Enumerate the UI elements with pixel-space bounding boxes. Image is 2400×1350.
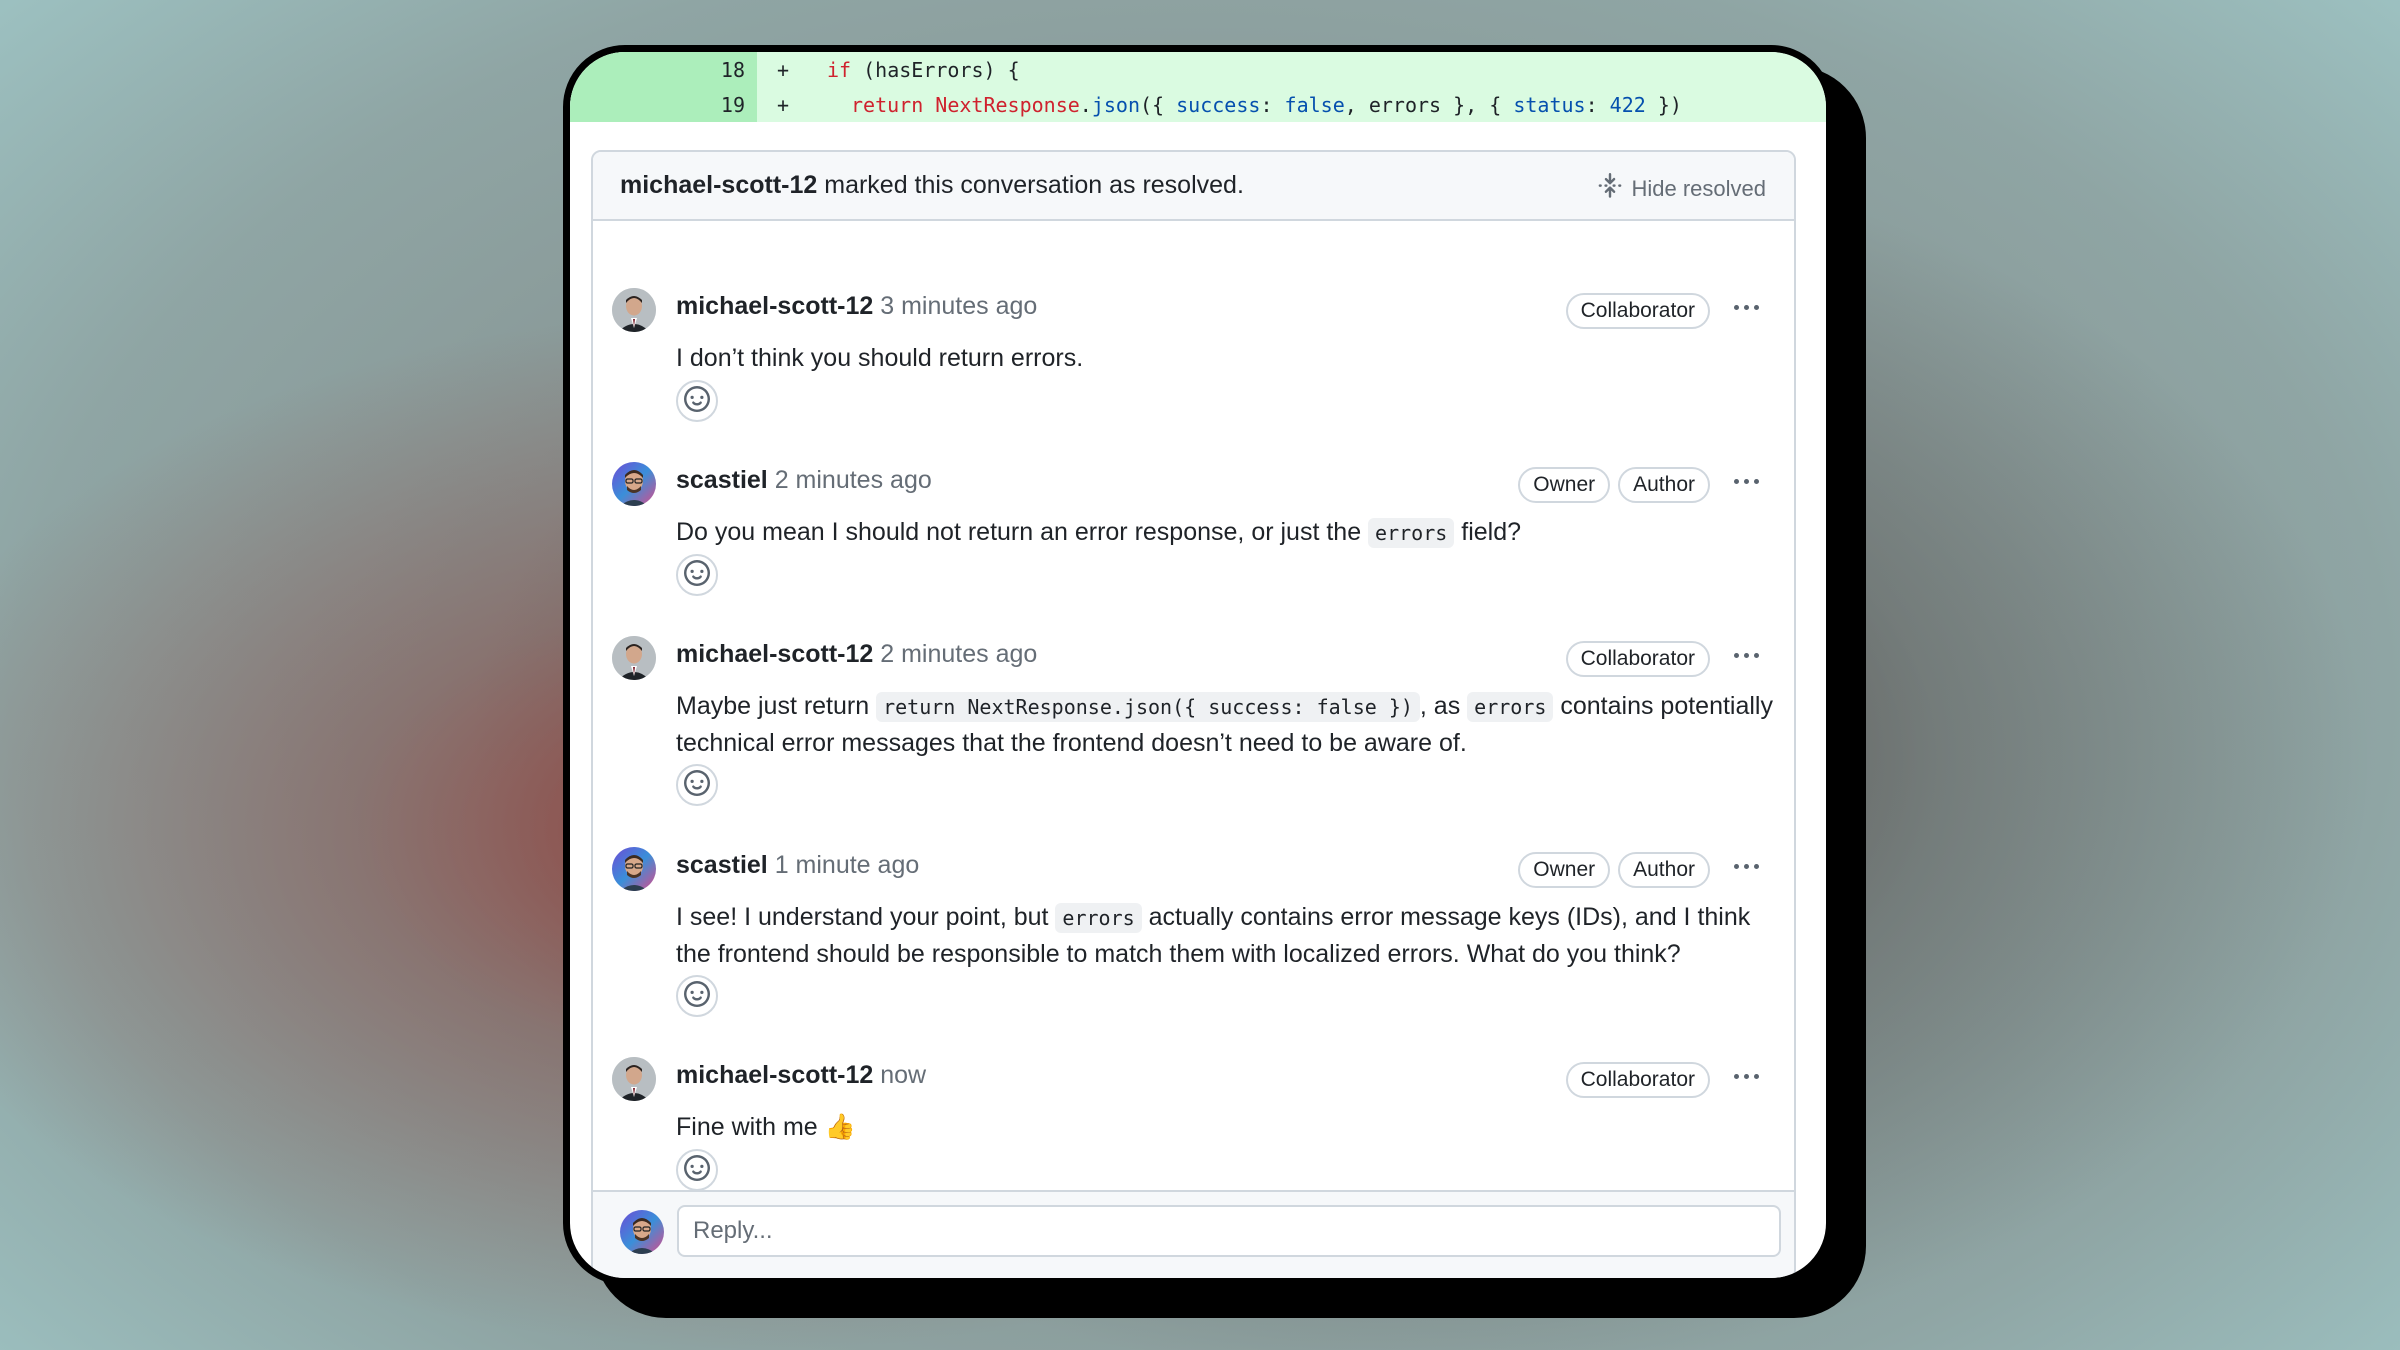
comment-badges: Owner Author [1518, 852, 1710, 888]
smiley-icon [684, 769, 710, 801]
comment-author[interactable]: michael-scott-12 [676, 1061, 873, 1089]
add-reaction-button[interactable] [676, 1149, 718, 1191]
smiley-icon [684, 385, 710, 417]
comment-header: scastiel 2 minutes ago [676, 466, 932, 495]
comment-options-button[interactable] [1728, 292, 1764, 322]
comment-text: Fine with me 👍 [676, 1113, 856, 1141]
comment-body: Maybe just return return NextResponse.js… [676, 688, 1774, 761]
comment-header: michael-scott-12 2 minutes ago [676, 640, 1037, 669]
line-number: 19 [720, 93, 745, 117]
diff-view: 18 + if (hasErrors) { 19 + return NextRe… [570, 52, 1826, 134]
role-badge: Author [1618, 467, 1710, 503]
comment-text: I don’t think you should return errors. [676, 344, 1084, 372]
code-line: return NextResponse.json({ success: fals… [851, 93, 1682, 117]
role-badge: Author [1618, 852, 1710, 888]
role-badge: Owner [1518, 467, 1611, 503]
comment-options-button[interactable] [1728, 640, 1764, 670]
resolved-message: michael-scott-12 marked this conversatio… [620, 171, 1244, 199]
add-reaction-button[interactable] [676, 554, 718, 596]
comment-body: Do you mean I should not return an error… [676, 514, 1774, 551]
add-reaction-button[interactable] [676, 975, 718, 1017]
avatar[interactable] [612, 847, 656, 891]
diff-line: 19 + return NextResponse.json({ success:… [570, 87, 1826, 122]
inline-code: errors [1055, 903, 1142, 933]
comment-timestamp[interactable]: 2 minutes ago [880, 640, 1037, 668]
comment-author[interactable]: scastiel [676, 466, 768, 494]
role-badge: Collaborator [1565, 641, 1710, 677]
inline-code: return NextResponse.json({ success: fals… [876, 692, 1420, 722]
comment-timestamp[interactable]: 3 minutes ago [880, 292, 1037, 320]
smiley-icon [684, 980, 710, 1012]
avatar[interactable] [612, 288, 656, 332]
comment-badges: Collaborator [1565, 1062, 1710, 1098]
comment-options-button[interactable] [1728, 466, 1764, 496]
smiley-icon [684, 559, 710, 591]
inline-code: errors [1467, 692, 1554, 722]
code-line: if (hasErrors) { [827, 58, 1020, 82]
comment-text: field? [1454, 518, 1522, 546]
avatar[interactable] [612, 462, 656, 506]
hide-resolved-label: Hide resolved [1631, 176, 1766, 201]
fold-icon [1597, 173, 1623, 205]
comment-timestamp[interactable]: now [880, 1061, 926, 1089]
comment-badges: Collaborator [1565, 641, 1710, 677]
comment-body: Fine with me 👍 [676, 1109, 1774, 1145]
comment-author[interactable]: michael-scott-12 [676, 292, 873, 320]
comment-text: , as [1419, 692, 1468, 720]
resolved-user[interactable]: michael-scott-12 [620, 171, 817, 199]
comment-text: I see! I understand your point, but [676, 903, 1056, 931]
comment-text: Do you mean I should not return an error… [676, 518, 1369, 546]
comment-header: scastiel 1 minute ago [676, 851, 919, 880]
line-number: 18 [720, 58, 745, 82]
comment-author[interactable]: scastiel [676, 851, 768, 879]
smiley-icon [684, 1154, 710, 1186]
comment-header: michael-scott-12 now [676, 1061, 926, 1090]
comment-options-button[interactable] [1728, 851, 1764, 881]
role-badge: Collaborator [1565, 293, 1710, 329]
comment-options-button[interactable] [1728, 1061, 1764, 1091]
comment-badges: Collaborator [1565, 293, 1710, 329]
comment-badges: Owner Author [1518, 467, 1710, 503]
diff-line: 18 + if (hasErrors) { [570, 52, 1826, 87]
comment-header: michael-scott-12 3 minutes ago [676, 292, 1037, 321]
add-reaction-button[interactable] [676, 764, 718, 806]
diff-sign: + [777, 58, 790, 82]
comment-text: Maybe just return [676, 692, 877, 720]
comment-timestamp[interactable]: 1 minute ago [775, 851, 920, 879]
reply-input[interactable] [677, 1205, 1781, 1257]
role-badge: Owner [1518, 852, 1611, 888]
avatar[interactable] [612, 636, 656, 680]
role-badge: Collaborator [1565, 1062, 1710, 1098]
review-thread: michael-scott-12 marked this conversatio… [591, 150, 1796, 1278]
comment-body: I see! I understand your point, but erro… [676, 899, 1774, 972]
inline-code: errors [1368, 518, 1455, 548]
avatar[interactable] [612, 1057, 656, 1101]
comment-body: I don’t think you should return errors. [676, 340, 1774, 376]
app-window: 18 + if (hasErrors) { 19 + return NextRe… [563, 45, 1833, 1285]
reply-bar [593, 1190, 1794, 1278]
resolved-banner: michael-scott-12 marked this conversatio… [593, 152, 1794, 221]
add-reaction-button[interactable] [676, 380, 718, 422]
comment-author[interactable]: michael-scott-12 [676, 640, 873, 668]
comment-timestamp[interactable]: 2 minutes ago [775, 466, 932, 494]
avatar [620, 1210, 664, 1254]
diff-sign: + [777, 93, 790, 117]
hide-resolved-button[interactable]: Hide resolved [1597, 173, 1766, 205]
